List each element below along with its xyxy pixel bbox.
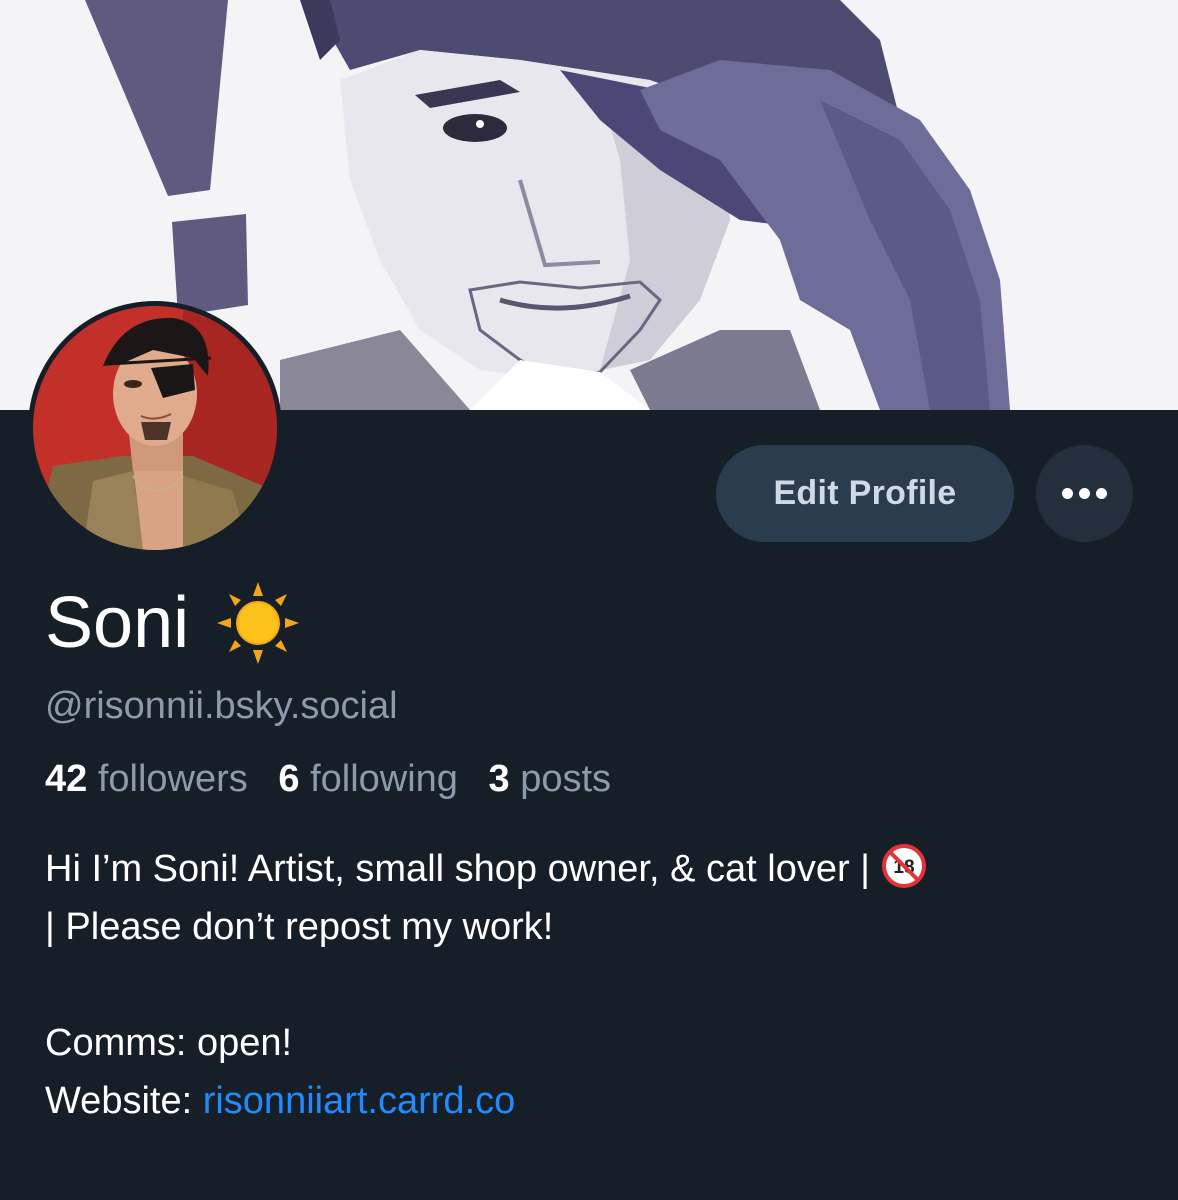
website-link[interactable]: risonniiart.carrd.co <box>203 1080 516 1122</box>
ellipsis-icon <box>1059 488 1110 499</box>
following-count: 6 <box>278 758 300 800</box>
profile-bio: Hi I’m Soni! Artist, small shop owner, &… <box>45 840 1145 1130</box>
posts-label: posts <box>520 758 612 800</box>
profile-handle: @risonnii.bsky.social <box>45 685 398 727</box>
display-name-text: Soni <box>45 583 190 663</box>
bio-line-3: Comms: open! <box>45 1022 293 1064</box>
bio-line-2: | Please don’t repost my work! <box>45 906 554 948</box>
posts-count: 3 <box>488 758 510 800</box>
more-options-button[interactable] <box>1036 445 1133 542</box>
sun-emoji-icon <box>213 578 303 668</box>
followers-count: 42 <box>45 758 88 800</box>
followers-label: followers <box>97 758 248 800</box>
avatar-illustration <box>33 306 277 550</box>
edit-profile-button[interactable]: Edit Profile <box>716 445 1014 542</box>
following-stat[interactable]: 6 following <box>278 758 458 800</box>
following-label: following <box>310 758 458 800</box>
no-under-18-emoji-icon: 18 <box>881 843 927 889</box>
profile-stats: 42 followers 6 following 3 posts <box>45 756 631 802</box>
website-label: Website: <box>45 1080 193 1122</box>
bio-website-line: Website: risonniiart.carrd.co <box>45 1072 1145 1130</box>
followers-stat[interactable]: 42 followers <box>45 758 248 800</box>
display-name: Soni <box>45 578 303 668</box>
bio-line: Hi I’m Soni! Artist, small shop owner, &… <box>45 840 1145 898</box>
bio-line-1: Hi I’m Soni! Artist, small shop owner, &… <box>45 848 871 890</box>
avatar[interactable] <box>28 301 282 555</box>
posts-stat: 3 posts <box>489 758 612 800</box>
